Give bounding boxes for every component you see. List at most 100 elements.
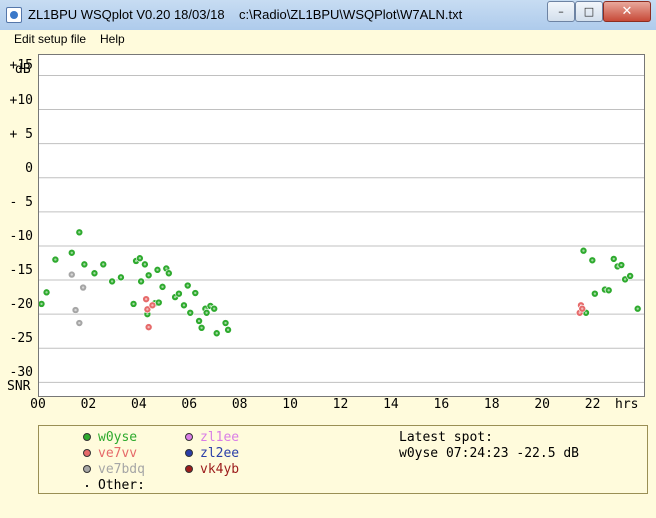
data-point-w0yse bbox=[51, 255, 60, 264]
legend-item-ve7bdq: ve7bdq bbox=[83, 462, 145, 478]
x-tick-label: 18 bbox=[483, 397, 500, 412]
data-point-ve7vv bbox=[144, 323, 153, 331]
data-point-w0yse bbox=[165, 269, 173, 278]
x-unit-label: hrs bbox=[615, 397, 639, 412]
data-point-w0yse bbox=[108, 277, 116, 286]
legend-dot-icon bbox=[83, 448, 91, 457]
legend-dot-icon bbox=[83, 432, 91, 441]
menu-help[interactable]: Help bbox=[100, 32, 125, 46]
data-point-w0yse bbox=[117, 273, 125, 282]
snr-scatter-chart[interactable] bbox=[37, 55, 644, 396]
data-point-w0yse bbox=[186, 308, 195, 317]
legend-item-ve7vv: ve7vv bbox=[83, 446, 137, 462]
data-point-ve7vv bbox=[142, 295, 150, 303]
x-tick-label: 00 bbox=[30, 397, 46, 412]
data-point-w0yse bbox=[626, 272, 634, 280]
minimize-button[interactable]: – bbox=[547, 1, 575, 22]
y-tick-label: - 5 bbox=[9, 194, 33, 210]
data-point-ve7bdq bbox=[79, 283, 87, 292]
data-point-w0yse bbox=[604, 286, 613, 295]
data-point-w0yse bbox=[202, 308, 211, 317]
close-icon: ✕ bbox=[621, 4, 633, 19]
data-point-w0yse bbox=[633, 304, 642, 313]
close-button[interactable]: ✕ bbox=[603, 1, 651, 22]
legend-dot-icon bbox=[83, 464, 91, 473]
y-tick-label: 0 bbox=[25, 160, 33, 176]
data-point-ve7bdq bbox=[71, 306, 80, 314]
legend-item-zl2ee: zl2ee bbox=[185, 446, 239, 462]
data-point-w0yse bbox=[210, 304, 218, 313]
x-tick-label: 20 bbox=[534, 397, 550, 412]
data-point-w0yse bbox=[99, 260, 108, 269]
latest-spot-value: w0yse 07:24:23 -22.5 dB bbox=[399, 446, 580, 461]
legend-dot-icon bbox=[185, 464, 193, 473]
x-tick-label: 12 bbox=[332, 397, 349, 412]
data-point-w0yse bbox=[42, 288, 51, 297]
data-point-w0yse bbox=[175, 289, 183, 298]
y-tick-label: + 5 bbox=[9, 126, 33, 142]
legend-panel: w0yse ve7vv ve7bdq zl1ee zl2ee vk4yb Oth… bbox=[38, 425, 648, 494]
data-point-w0yse bbox=[90, 269, 99, 278]
x-axis: 00 02 04 06 08 10 12 14 16 18 20 22 hrs bbox=[0, 395, 656, 415]
data-point-w0yse bbox=[617, 261, 626, 269]
x-tick-label: 08 bbox=[231, 397, 248, 412]
y-tick-label: -15 bbox=[9, 263, 33, 279]
data-point-w0yse bbox=[197, 323, 206, 332]
data-point-w0yse bbox=[80, 260, 89, 269]
legend-dot-icon bbox=[185, 448, 193, 457]
data-point-w0yse bbox=[591, 289, 599, 298]
maximize-button[interactable]: □ bbox=[575, 1, 603, 22]
data-point-w0yse bbox=[195, 317, 203, 325]
data-point-w0yse bbox=[144, 271, 153, 280]
data-point-w0yse bbox=[191, 289, 200, 297]
data-point-w0yse bbox=[183, 281, 192, 290]
data-point-w0yse bbox=[67, 248, 76, 257]
y-tick-label: +15 bbox=[9, 58, 33, 74]
app-icon[interactable] bbox=[6, 7, 22, 23]
legend-item-other: Other: bbox=[83, 478, 145, 494]
legend-item-zl1ee: zl1ee bbox=[185, 430, 239, 446]
legend-dot-icon bbox=[185, 432, 193, 441]
menu-bar: Edit setup file Help bbox=[0, 30, 656, 50]
data-point-w0yse bbox=[579, 246, 588, 255]
data-point-w0yse bbox=[75, 228, 84, 237]
data-point-w0yse bbox=[221, 319, 230, 327]
title-bar[interactable]: ZL1BPU WSQplot V0.20 18/03/18 c:\Radio\Z… bbox=[0, 0, 656, 31]
x-tick-label: 10 bbox=[282, 397, 298, 412]
data-point-w0yse bbox=[588, 256, 597, 265]
data-point-w0yse bbox=[153, 266, 162, 274]
latest-spot-title: Latest spot: bbox=[399, 430, 493, 445]
x-tick-label: 14 bbox=[383, 397, 399, 412]
data-point-w0yse bbox=[180, 301, 188, 310]
data-point-ve7vv bbox=[578, 304, 587, 313]
x-tick-label: 04 bbox=[131, 397, 147, 412]
data-point-w0yse bbox=[141, 260, 149, 269]
menu-edit-setup-file[interactable]: Edit setup file bbox=[14, 32, 86, 46]
x-tick-label: 06 bbox=[181, 397, 198, 412]
window-title: ZL1BPU WSQplot V0.20 18/03/18 c:\Radio\Z… bbox=[28, 7, 463, 22]
maximize-icon: □ bbox=[583, 5, 595, 18]
data-point-w0yse bbox=[158, 283, 167, 291]
y-tick-label: -20 bbox=[9, 297, 33, 313]
data-point-w0yse bbox=[212, 329, 221, 338]
y-tick-label: -30 bbox=[9, 365, 33, 381]
data-point-w0yse bbox=[154, 298, 163, 307]
data-point-w0yse bbox=[136, 254, 144, 263]
data-point-w0yse bbox=[37, 300, 46, 308]
plot-area[interactable] bbox=[37, 54, 645, 397]
y-tick-label: -25 bbox=[9, 331, 33, 347]
minimize-icon: – bbox=[558, 5, 564, 18]
y-tick-label: -10 bbox=[9, 228, 33, 244]
x-tick-label: 22 bbox=[584, 397, 601, 412]
legend-item-w0yse: w0yse bbox=[83, 430, 137, 446]
data-point-ve7vv bbox=[148, 301, 157, 310]
data-point-w0yse bbox=[137, 277, 145, 286]
data-point-w0yse bbox=[609, 255, 618, 263]
x-tick-label: 16 bbox=[433, 397, 450, 412]
y-snr-label: SNR bbox=[7, 379, 31, 394]
data-point-w0yse bbox=[129, 300, 138, 308]
data-point-w0yse bbox=[224, 326, 232, 334]
y-tick-label: +10 bbox=[9, 92, 33, 108]
legend-item-vk4yb: vk4yb bbox=[185, 462, 239, 478]
other-dot-icon bbox=[86, 484, 88, 487]
